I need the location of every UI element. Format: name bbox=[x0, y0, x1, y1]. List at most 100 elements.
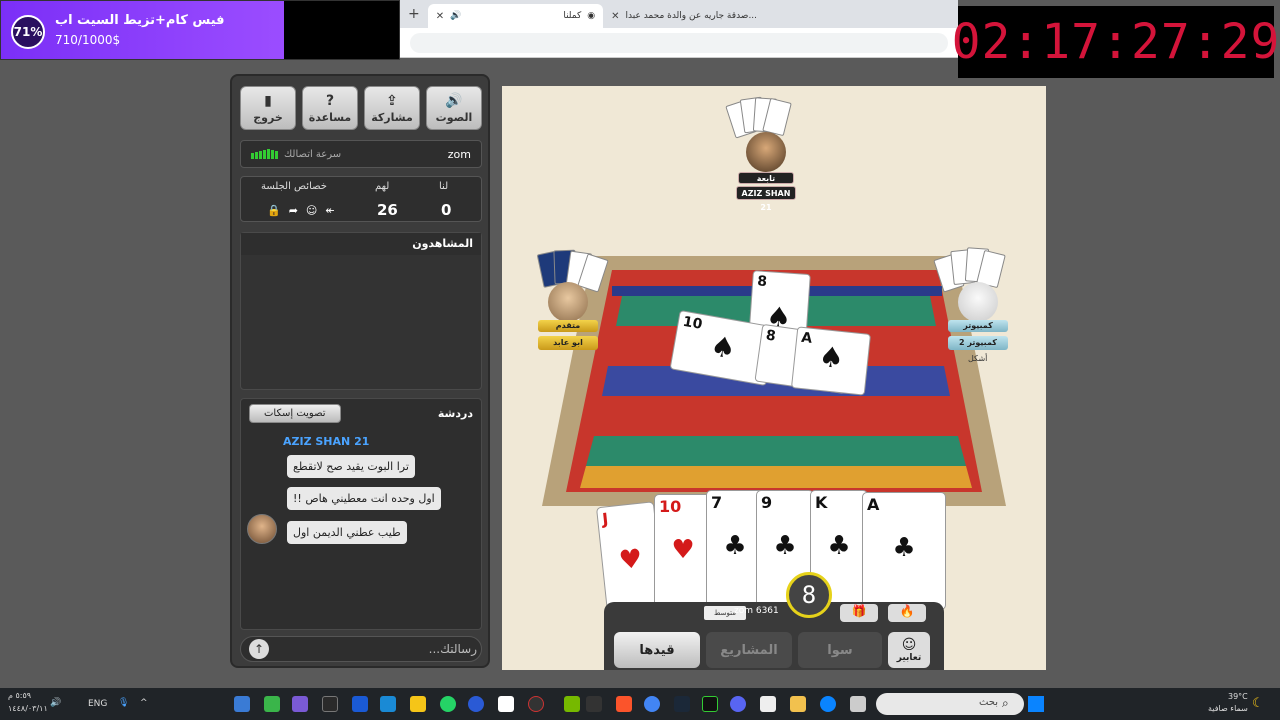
chat-title: دردشة bbox=[437, 406, 473, 420]
sound-button[interactable]: 🔊 الصوت bbox=[426, 86, 482, 130]
qaydha-button[interactable]: قيدها bbox=[614, 632, 700, 668]
app-icon[interactable] bbox=[850, 696, 866, 712]
mic-icon[interactable]: 🎙 bbox=[118, 698, 129, 708]
viewers-panel: المشاهدون bbox=[240, 232, 482, 390]
them-score: 26 bbox=[377, 201, 398, 219]
app-icon[interactable] bbox=[352, 696, 368, 712]
nvidia-icon[interactable] bbox=[564, 696, 580, 712]
avatar[interactable] bbox=[746, 132, 786, 172]
moon-icon: ☾ bbox=[1252, 696, 1264, 711]
turn-counter: 8 bbox=[786, 572, 832, 618]
app-icon[interactable] bbox=[264, 696, 280, 712]
card-rank: J bbox=[601, 509, 610, 529]
folder-icon[interactable] bbox=[790, 696, 806, 712]
epic-games-icon[interactable] bbox=[586, 696, 602, 712]
chevron-up-icon[interactable]: ^ bbox=[140, 698, 148, 708]
store-icon[interactable] bbox=[760, 696, 776, 712]
donation-goal: 71% فيس كام+تزيط السيت اب 710/1000$ bbox=[0, 0, 400, 60]
edge-icon[interactable] bbox=[820, 696, 836, 712]
expressions-button[interactable]: ☺ تعابير bbox=[888, 632, 930, 668]
game-board: تابعة AZIZ SHAN 21 متقدم ابو عابد كمبيوت… bbox=[502, 86, 1046, 670]
chat-author: AZIZ SHAN 21 bbox=[283, 435, 370, 448]
card-rank: 8 bbox=[756, 273, 768, 291]
lock-icon: 🔒 bbox=[267, 204, 281, 217]
message-placeholder: رسالتك... bbox=[428, 642, 477, 656]
steam-icon[interactable] bbox=[674, 696, 690, 712]
speaker-icon: 🔊 bbox=[445, 92, 463, 109]
volume-icon[interactable]: 🔊 bbox=[50, 698, 61, 708]
browser-window: + ✕ 🔊 كملنا ◉ ✕ صدقة جاريه عن والدة محمد… bbox=[400, 0, 958, 58]
app-icon[interactable] bbox=[380, 696, 396, 712]
discord-icon[interactable] bbox=[730, 696, 746, 712]
app-icon[interactable] bbox=[410, 696, 426, 712]
smile-icon: ☺ bbox=[305, 204, 318, 217]
self-label: zom 6361 bbox=[734, 606, 779, 616]
app-icon[interactable] bbox=[234, 696, 250, 712]
send-arrow-icon[interactable]: ↑ bbox=[249, 639, 269, 659]
card-rank: 7 bbox=[711, 493, 723, 512]
player-name: كمبيوتر 2 bbox=[948, 336, 1008, 350]
exit-label: خروج bbox=[253, 110, 283, 124]
avatar[interactable] bbox=[958, 282, 998, 322]
card-suit: ♣ bbox=[723, 531, 747, 561]
vote-mute-button[interactable]: تصويت إسكات bbox=[249, 403, 341, 423]
countdown-timer: 02:17:27:29 bbox=[952, 6, 1279, 78]
share-button[interactable]: ⇪ مشاركة bbox=[364, 86, 420, 130]
brave-icon[interactable] bbox=[616, 696, 632, 712]
side-panel: ▮ خروج ? مساعدة ⇪ مشاركة 🔊 الصوت سرعة اتصالك… bbox=[230, 74, 490, 668]
whatsapp-icon[interactable] bbox=[440, 696, 456, 712]
fire-icon[interactable]: 🔥 bbox=[888, 604, 926, 622]
close-icon[interactable]: ✕ bbox=[611, 11, 619, 22]
session-props-icons: 🔒 ➦ ☺ ↞ bbox=[267, 204, 335, 217]
us-score: 0 bbox=[441, 201, 452, 219]
app-icon[interactable] bbox=[468, 696, 484, 712]
card-suit: ♠ bbox=[817, 339, 846, 376]
chrome-icon[interactable] bbox=[644, 696, 660, 712]
hand-card[interactable]: A ♣ bbox=[862, 492, 946, 610]
goal-value: 710/1000$ bbox=[55, 33, 121, 47]
exit-button[interactable]: ▮ خروج bbox=[240, 86, 296, 130]
address-bar[interactable] bbox=[400, 28, 958, 58]
sawa-button[interactable]: سوا bbox=[798, 632, 882, 668]
tab-kamelna[interactable]: ✕ 🔊 كملنا ◉ bbox=[427, 4, 604, 28]
new-tab-button[interactable]: + bbox=[408, 6, 420, 22]
message-input[interactable]: رسالتك... ↑ bbox=[240, 636, 482, 662]
app-icon[interactable] bbox=[322, 696, 338, 712]
app-icon[interactable] bbox=[498, 696, 514, 712]
connection-label-group: سرعة اتصالك bbox=[251, 149, 341, 160]
viewers-title: المشاهدون bbox=[241, 233, 481, 255]
close-icon[interactable]: ✕ bbox=[436, 11, 444, 22]
card-suit: ♥ bbox=[671, 535, 695, 565]
card-rank: K bbox=[815, 493, 828, 512]
windows-start-icon[interactable] bbox=[1028, 696, 1044, 712]
app-icon[interactable] bbox=[528, 696, 544, 712]
app-icon[interactable] bbox=[292, 696, 308, 712]
connection-label: سرعة اتصالك bbox=[284, 148, 342, 160]
door-icon: ▮ bbox=[264, 92, 272, 109]
tab-label: صدقة جاريه عن والدة محمد عبدا... bbox=[625, 11, 758, 21]
language-indicator[interactable]: ENG bbox=[88, 699, 107, 709]
player-tag: متقدم bbox=[538, 320, 598, 332]
chat-panel: تصويت إسكات دردشة AZIZ SHAN 21 ترا البوت… bbox=[240, 398, 482, 630]
player-tag: كمبيوتر bbox=[948, 320, 1008, 332]
smile-icon: ☺ bbox=[901, 637, 917, 653]
projects-button[interactable]: المشاريع bbox=[706, 632, 792, 668]
app-icon[interactable] bbox=[702, 696, 718, 712]
signal-bars-icon bbox=[251, 149, 278, 159]
goal-percent: 71% bbox=[11, 15, 45, 49]
gift-icon[interactable]: 🎁 bbox=[840, 604, 878, 622]
address-field[interactable] bbox=[410, 33, 948, 53]
tab-bar: + ✕ 🔊 كملنا ◉ ✕ صدقة جاريه عن والدة محمد… bbox=[400, 0, 958, 28]
hand-card[interactable]: 10 ♥ bbox=[654, 494, 712, 612]
avatar[interactable] bbox=[548, 282, 588, 322]
tab-charity[interactable]: ✕ صدقة جاريه عن والدة محمد عبدا... bbox=[603, 4, 765, 28]
question-icon: ? bbox=[325, 92, 335, 109]
chat-message: ترا البوت يقيد صح لاتقطع bbox=[287, 455, 415, 478]
taskbar: ٥:٥٩ م ١٤٤٨/٠٣/١١ 🔊 ENG 🎙 ^ بحث ⌕ 39°C س… bbox=[0, 688, 1280, 720]
help-button[interactable]: ? مساعدة bbox=[302, 86, 358, 130]
avatar[interactable] bbox=[247, 514, 277, 544]
toolbar: ▮ خروج ? مساعدة ⇪ مشاركة 🔊 الصوت bbox=[240, 86, 482, 130]
back-arrow-icon: ↞ bbox=[325, 204, 335, 217]
search-icon[interactable]: ⌕ bbox=[1002, 696, 1009, 711]
card-suit: ♥ bbox=[617, 543, 644, 577]
